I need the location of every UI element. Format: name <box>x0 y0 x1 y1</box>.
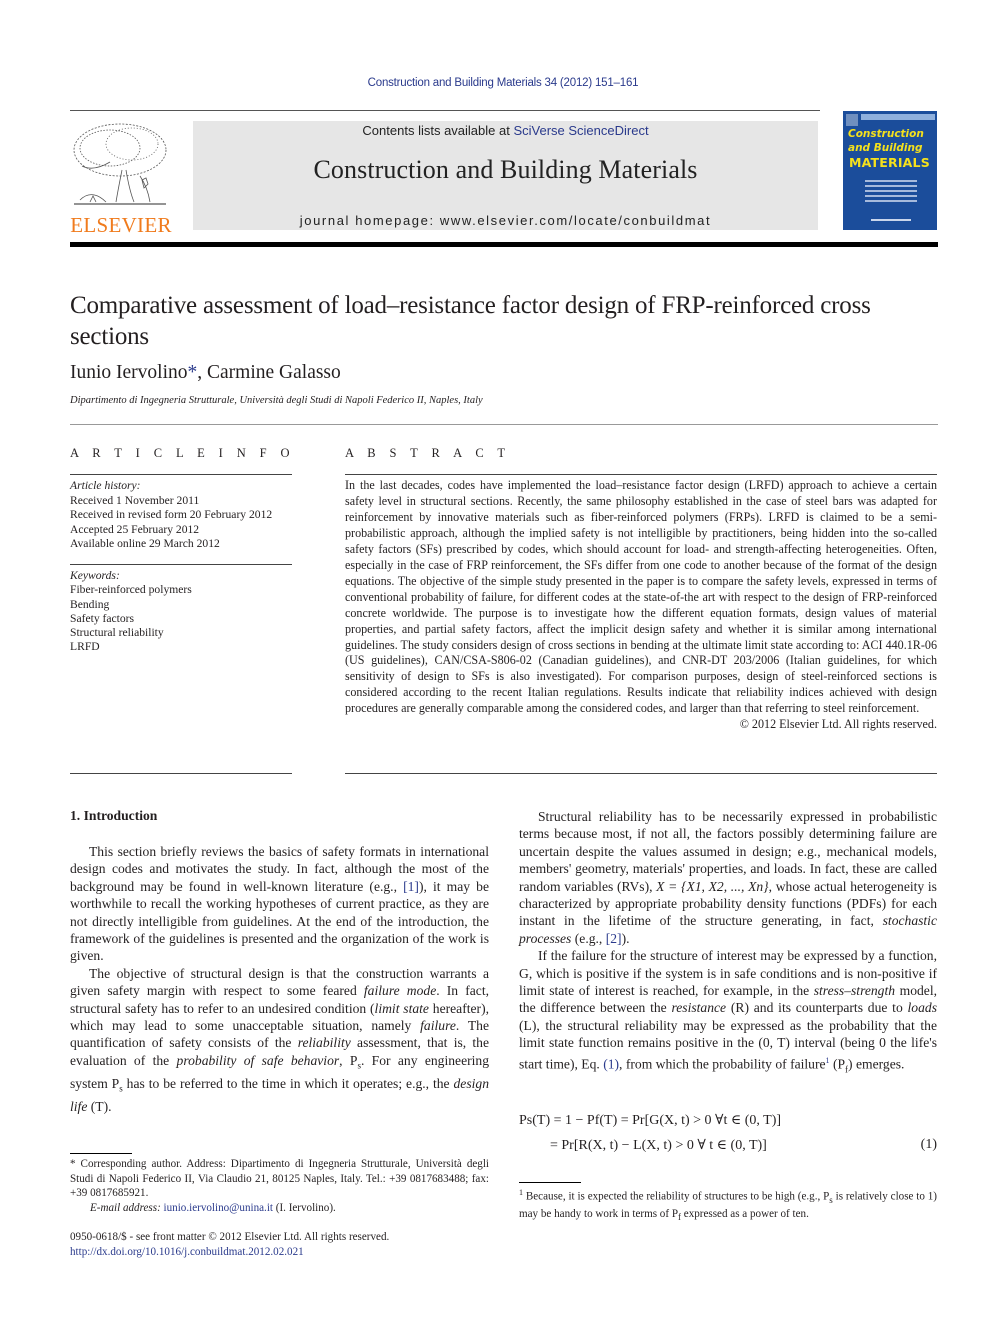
article-info-heading: A R T I C L E I N F O <box>70 446 295 460</box>
abstract-bottom-rule <box>345 773 937 774</box>
article-history-label: Article history: <box>70 479 141 492</box>
history-item: Available online 29 March 2012 <box>70 537 220 550</box>
cover-fine-print <box>865 177 917 205</box>
footnote-1: 1 Because, it is expected the reliabilit… <box>519 1188 938 1223</box>
abstract-copyright: © 2012 Elsevier Ltd. All rights reserved… <box>739 717 937 732</box>
affiliation-rule <box>70 424 938 425</box>
equation-line-2: = Pr[R(X, t) − L(X, t) > 0 ∀ t ∈ (0, T)] <box>550 1138 767 1153</box>
paragraph: This section briefly reviews the basics … <box>70 844 489 964</box>
keywords: Keywords: Fiber-reinforced polymers Bend… <box>70 569 300 655</box>
email-link[interactable]: iunio.iervolino@unina.it <box>164 1202 273 1214</box>
affiliation: Dipartimento di Ingegneria Strutturale, … <box>70 395 483 406</box>
keyword-item: LRFD <box>70 640 100 654</box>
cover-title-line3: MATERIALS <box>849 155 930 170</box>
journal-title: Construction and Building Materials <box>313 155 698 184</box>
history-item: Received in revised form 20 February 201… <box>70 508 273 521</box>
doi-link[interactable]: http://dx.doi.org/10.1016/j.conbuildmat.… <box>70 1246 304 1258</box>
corresponding-author-mark[interactable]: * <box>188 362 198 383</box>
corresponding-author-footnote: * Corresponding author. Address: Diparti… <box>70 1157 489 1215</box>
author-list: Iunio Iervolino*, Carmine Galasso <box>70 362 341 384</box>
abstract-text: In the last decades, codes have implemen… <box>345 478 937 716</box>
equation-1: Ps(T) = 1 − Pf(T) = Pr[G(X, t) > 0 ∀t ∈ … <box>519 1112 937 1160</box>
paragraph: Structural reliability has to be necessa… <box>519 809 937 946</box>
author-name[interactable]: Iunio Iervolino <box>70 362 188 383</box>
journal-cover-image[interactable]: Construction and Building MATERIALS <box>843 111 937 230</box>
sciencedirect-link[interactable]: SciVerse ScienceDirect <box>513 123 648 138</box>
article-info-bottom-rule <box>70 773 292 774</box>
footnote-mark: 1 <box>519 1188 523 1197</box>
equation-line-1: Ps(T) = 1 − Pf(T) = Pr[G(X, t) > 0 ∀t ∈ … <box>519 1113 782 1128</box>
elsevier-wordmark: ELSEVIER <box>70 213 172 237</box>
issn-line: 0950-0618/$ - see front matter © 2012 El… <box>70 1231 390 1243</box>
corresponding-author-text: * Corresponding author. Address: Diparti… <box>70 1158 489 1199</box>
elsevier-logo[interactable]: ELSEVIER <box>70 120 172 236</box>
header-rule <box>70 110 820 111</box>
history-item: Received 1 November 2011 <box>70 493 200 507</box>
body-column-left: This section briefly reviews the basics … <box>70 843 489 1116</box>
citation-link[interactable]: [1] <box>403 879 419 894</box>
equation-number: (1) <box>920 1137 937 1152</box>
section-heading: 1. Introduction <box>70 808 158 823</box>
random-vector-math: X = {X1, X2, ..., Xn} <box>656 878 769 894</box>
equation-link[interactable]: (1) <box>603 1056 619 1071</box>
author-separator: , <box>197 362 208 383</box>
email-line: E-mail address: iunio.iervolino@unina.it… <box>90 1201 336 1214</box>
cover-strip <box>861 114 935 120</box>
journal-banner: Contents lists available at SciVerse Sci… <box>193 121 818 230</box>
history-item: Accepted 25 February 2012 <box>70 522 200 536</box>
abstract: In the last decades, codes have implemen… <box>345 478 937 733</box>
body-column-right: Structural reliability has to be necessa… <box>519 808 937 1078</box>
cover-title: Construction and Building <box>848 127 924 155</box>
journal-homepage-link[interactable]: journal homepage: www.elsevier.com/locat… <box>193 213 818 228</box>
article-title: Comparative assessment of load–resistanc… <box>70 292 871 350</box>
citation-link[interactable]: [2] <box>606 931 622 946</box>
contents-availability: Contents lists available at SciVerse Sci… <box>193 123 818 138</box>
cover-footer <box>871 219 911 221</box>
article-info-rule <box>70 474 292 475</box>
keywords-label: Keywords: <box>70 569 120 582</box>
footnote-rule <box>70 1153 132 1154</box>
front-matter: 0950-0618/$ - see front matter © 2012 El… <box>70 1230 389 1259</box>
keyword-item: Safety factors <box>70 611 135 625</box>
keyword-item: Bending <box>70 597 110 611</box>
elsevier-tree-icon <box>73 123 167 205</box>
article-history: Article history: Received 1 November 201… <box>70 479 300 552</box>
footnote-rule <box>519 1182 581 1183</box>
author-name[interactable]: Carmine Galasso <box>207 362 341 383</box>
keyword-item: Fiber-reinforced polymers <box>70 583 192 597</box>
abstract-heading: A B S T R A C T <box>345 446 511 460</box>
keywords-rule <box>70 564 292 565</box>
paragraph: If the failure for the structure of inte… <box>519 948 937 1074</box>
cover-title-line1: Construction <box>848 128 924 140</box>
keyword-item: Structural reliability <box>70 626 164 640</box>
header-thick-rule <box>70 242 938 247</box>
contents-prefix: Contents lists available at <box>362 123 514 138</box>
cover-publisher-icon <box>846 114 858 126</box>
cover-title-line2: and Building <box>848 142 923 154</box>
journal-reference-link[interactable]: Construction and Building Materials 34 (… <box>0 77 992 89</box>
paragraph: The objective of structural design is th… <box>70 965 490 1115</box>
abstract-rule <box>345 474 937 475</box>
